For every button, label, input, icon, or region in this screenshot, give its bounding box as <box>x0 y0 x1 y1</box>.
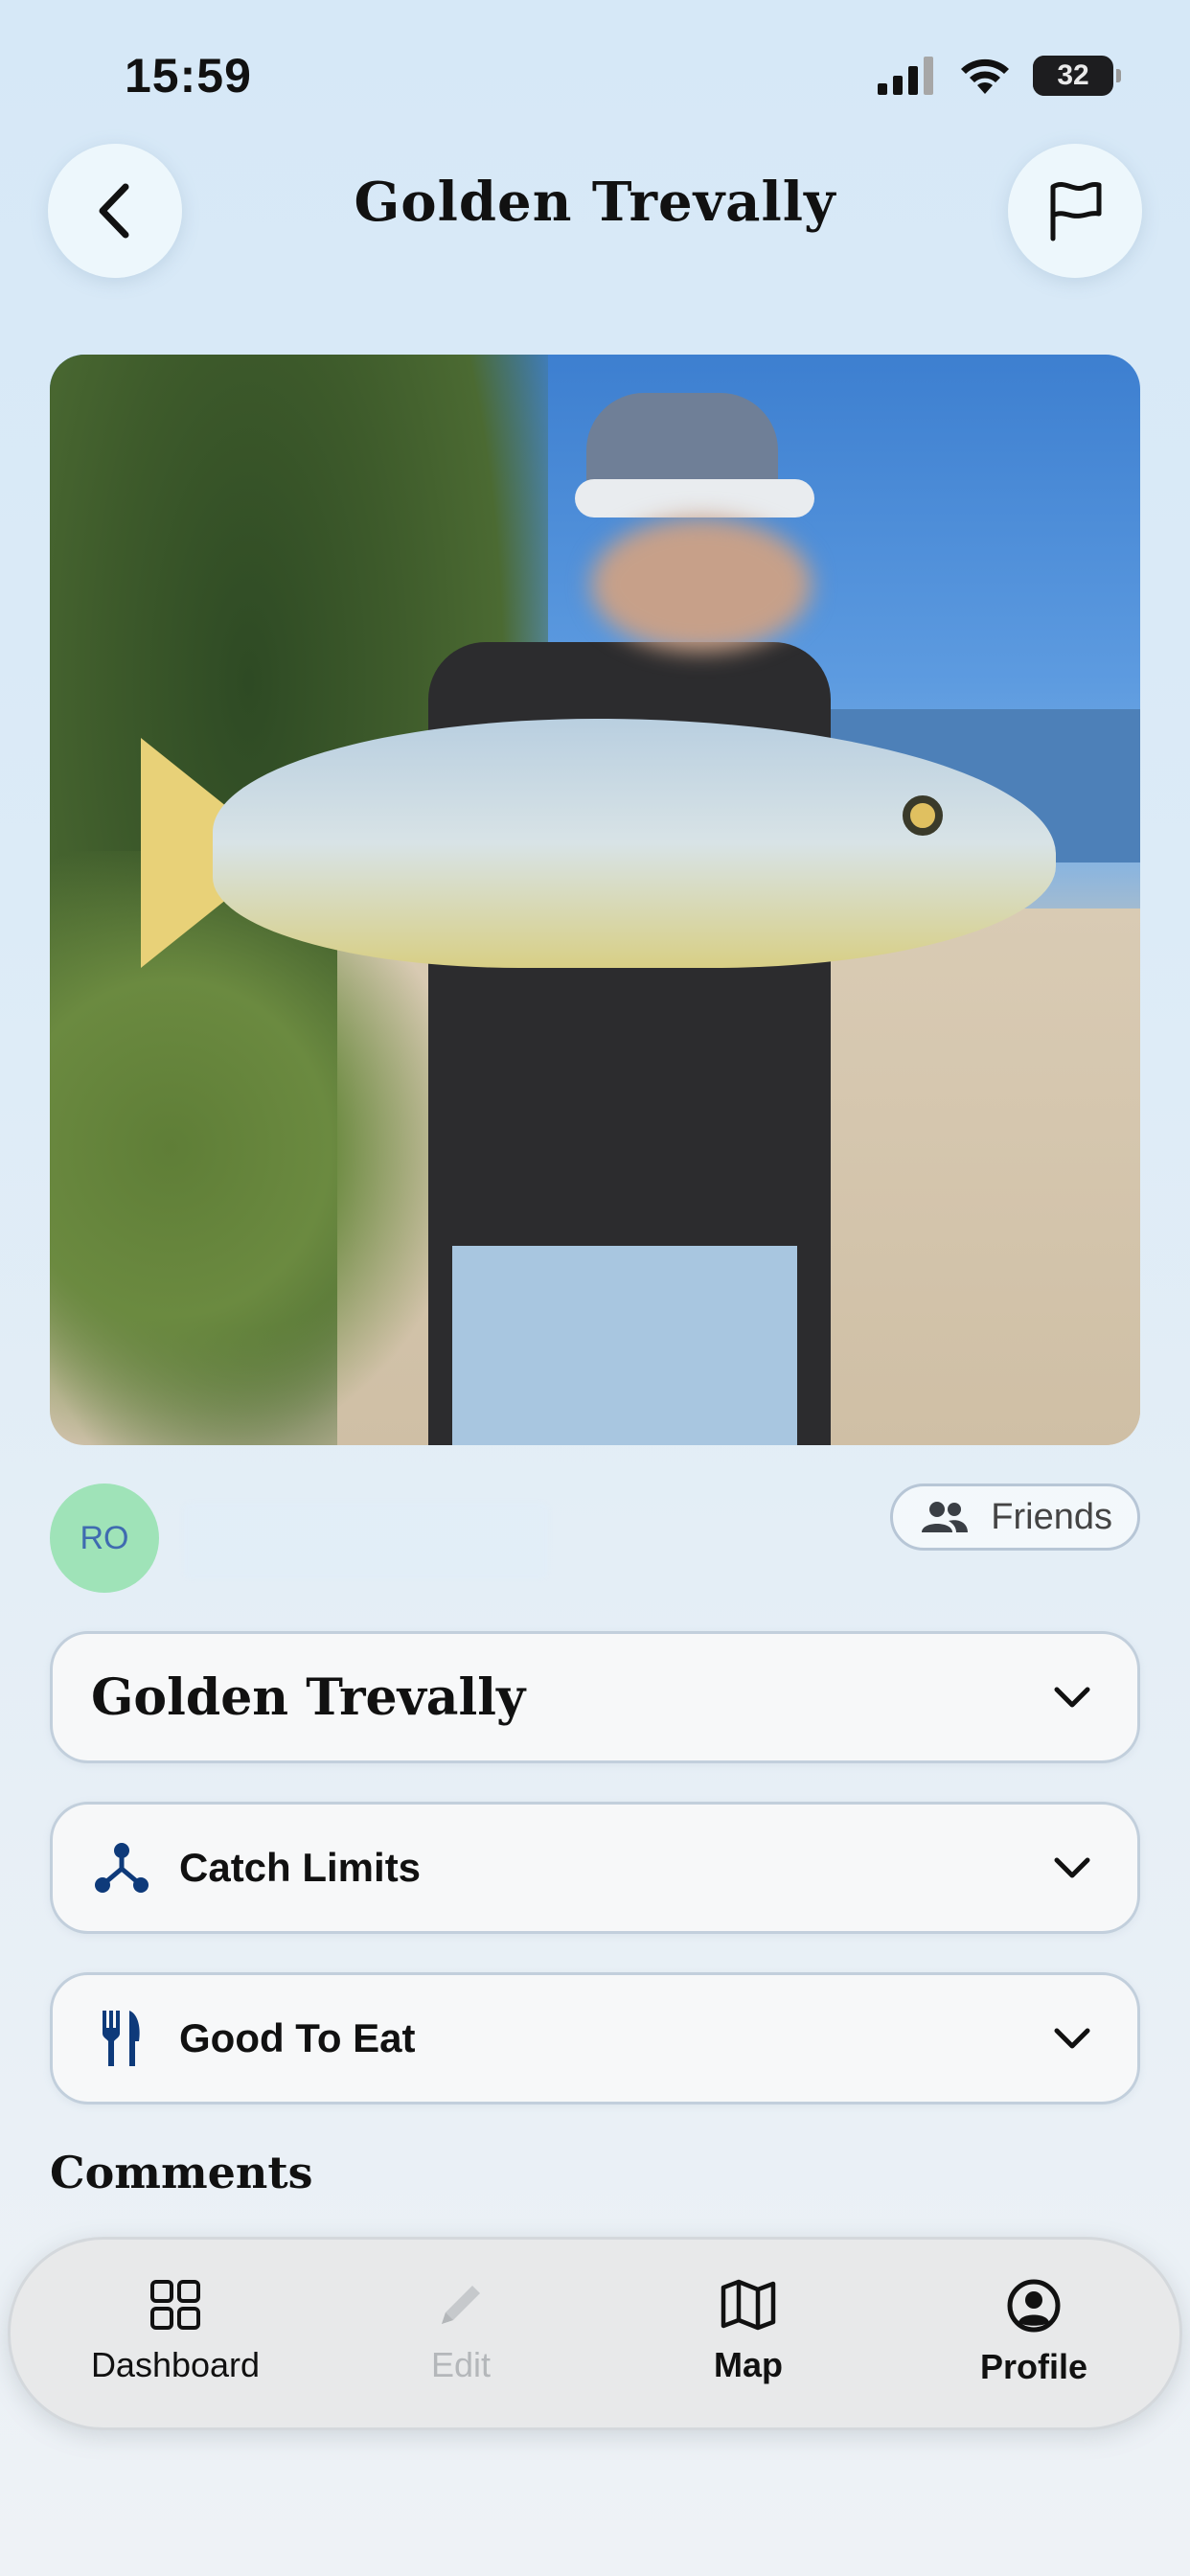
status-time: 15:59 <box>125 49 252 103</box>
comments-heading: Comments <box>50 2147 313 2198</box>
catch-photo[interactable] <box>50 355 1140 1445</box>
grid-icon <box>150 2280 200 2330</box>
chevron-down-icon <box>1053 1851 1091 1885</box>
fork-knife-icon <box>91 2008 152 2069</box>
visibility-badge[interactable]: Friends <box>890 1484 1140 1551</box>
species-section-label: Golden Trevally <box>91 1668 526 1727</box>
species-section[interactable]: Golden Trevally <box>50 1631 1140 1763</box>
people-icon <box>922 1502 969 1532</box>
chevron-down-icon <box>1053 1680 1091 1714</box>
tab-profile[interactable]: Profile <box>909 2278 1158 2403</box>
tab-profile-label: Profile <box>979 2347 1088 2386</box>
author-row: RO Friends <box>50 1484 1140 1595</box>
page-title: Golden Trevally <box>354 171 836 234</box>
tab-bar: Dashboard Edit Map Profile <box>8 2237 1182 2430</box>
catch-limits-section[interactable]: Catch Limits <box>50 1802 1140 1934</box>
report-button[interactable] <box>1008 144 1142 278</box>
tab-map[interactable]: Map <box>624 2278 873 2403</box>
tab-edit: Edit <box>336 2278 585 2403</box>
battery-level: 32 <box>1057 59 1089 91</box>
battery-indicator: 32 <box>1033 56 1121 96</box>
wifi-icon <box>961 58 1009 94</box>
cellular-signal-icon <box>878 57 933 95</box>
username-redacted <box>184 1503 548 1579</box>
catch-limits-label: Catch Limits <box>179 1845 422 1890</box>
map-icon <box>721 2279 776 2331</box>
status-bar: 15:59 32 <box>0 0 1190 144</box>
flag-icon <box>1050 181 1102 242</box>
tab-dashboard-label: Dashboard <box>90 2345 261 2384</box>
status-icons: 32 <box>878 56 1121 96</box>
back-button[interactable] <box>48 144 182 278</box>
good-to-eat-section[interactable]: Good To Eat <box>50 1972 1140 2104</box>
pencil-icon <box>442 2286 480 2324</box>
tab-edit-label: Edit <box>430 2345 492 2384</box>
share-nodes-icon <box>91 1837 152 1898</box>
avatar[interactable]: RO <box>50 1484 159 1593</box>
user-circle-icon <box>1007 2279 1061 2333</box>
chevron-down-icon <box>1053 2021 1091 2056</box>
tab-map-label: Map <box>714 2345 783 2384</box>
good-to-eat-label: Good To Eat <box>179 2015 416 2060</box>
chevron-left-icon <box>99 183 129 239</box>
tab-dashboard[interactable]: Dashboard <box>51 2278 300 2403</box>
visibility-label: Friends <box>991 1496 1112 1537</box>
